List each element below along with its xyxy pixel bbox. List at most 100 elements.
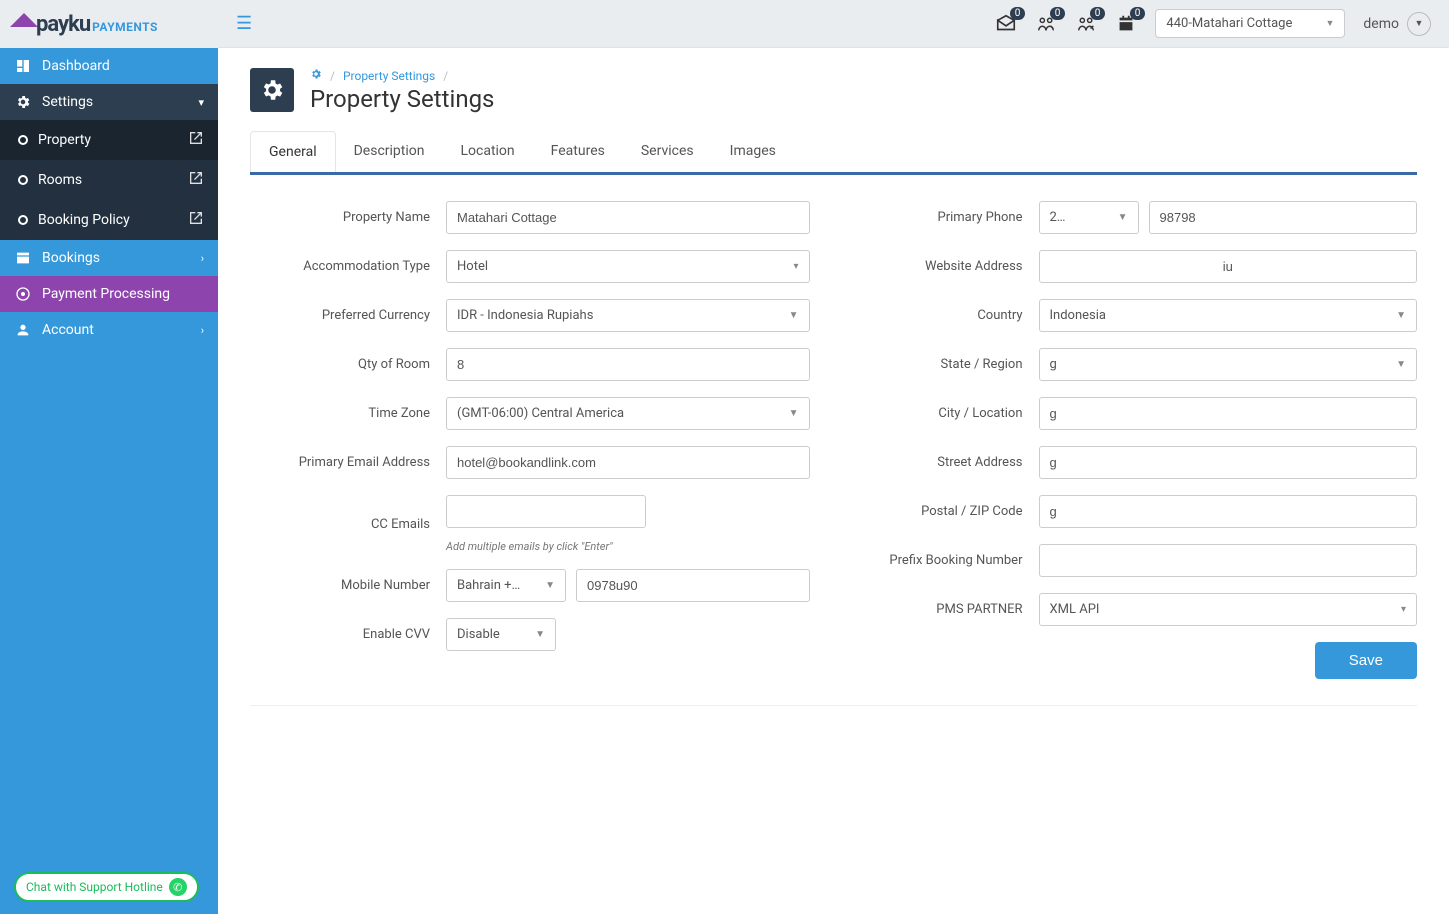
circle-icon <box>18 215 28 225</box>
currency-select[interactable]: IDR - Indonesia Rupiahs▼ <box>446 299 810 332</box>
payment-icon <box>14 286 32 302</box>
calendar-icon[interactable]: 0 <box>1115 13 1137 35</box>
sidebar-item-label: Dashboard <box>42 58 110 74</box>
whatsapp-icon: ✆ <box>169 878 187 896</box>
user-menu[interactable]: demo ▼ <box>1363 12 1431 36</box>
sidebar-item-label: Payment Processing <box>42 286 170 302</box>
label-city: City / Location <box>858 406 1023 421</box>
country-select[interactable]: Indonesia▼ <box>1039 299 1418 332</box>
sidebar-item-payment-processing[interactable]: Payment Processing <box>0 276 218 312</box>
sidebar-item-bookings[interactable]: Bookings › <box>0 240 218 276</box>
external-link-icon <box>188 130 204 150</box>
label-primary-email: Primary Email Address <box>250 455 430 470</box>
sidebar-item-property[interactable]: Property <box>0 120 218 160</box>
sidebar-item-label: Settings <box>42 94 93 110</box>
label-website: Website Address <box>858 259 1023 274</box>
checkout-badge: 0 <box>1090 7 1106 20</box>
chevron-down-icon: ▼ <box>1396 310 1406 321</box>
tabs: General Description Location Features Se… <box>250 131 1417 173</box>
sidebar-item-settings[interactable]: Settings ▾ <box>0 84 218 120</box>
website-field[interactable] <box>1039 250 1418 283</box>
tab-general[interactable]: General <box>250 131 336 173</box>
checkout-icon[interactable]: 0 <box>1075 13 1097 35</box>
label-pms-partner: PMS PARTNER <box>858 602 1023 617</box>
chevron-down-icon: ▼ <box>789 408 799 419</box>
checkin-badge: 0 <box>1050 7 1066 20</box>
gear-icon <box>14 94 32 110</box>
support-chat-button[interactable]: Chat with Support Hotline ✆ <box>14 872 199 902</box>
qty-room-field[interactable] <box>446 348 810 381</box>
sidebar-item-booking-policy[interactable]: Booking Policy <box>0 200 218 240</box>
timezone-select[interactable]: (GMT-06:00) Central America▼ <box>446 397 810 430</box>
tab-location[interactable]: Location <box>442 131 532 172</box>
sidebar-item-label: Rooms <box>38 172 82 188</box>
state-select[interactable]: g▼ <box>1039 348 1418 381</box>
mobile-country-code-select[interactable]: Bahrain +…▼ <box>446 569 566 602</box>
enable-cvv-select[interactable]: Disable▼ <box>446 618 556 651</box>
support-label: Chat with Support Hotline <box>26 880 163 894</box>
property-selector[interactable]: 440-Matahari Cottage ▼ <box>1155 9 1345 38</box>
breadcrumb-gear-icon[interactable] <box>310 68 322 83</box>
label-prefix-booking: Prefix Booking Number <box>858 553 1023 568</box>
label-property-name: Property Name <box>250 210 430 225</box>
logo-icon <box>10 13 38 27</box>
menu-toggle-icon[interactable]: ☰ <box>236 13 252 34</box>
property-selected-label: 440-Matahari Cottage <box>1166 16 1292 31</box>
sidebar-item-rooms[interactable]: Rooms <box>0 160 218 200</box>
logo-sub: PAYMENTS <box>92 20 158 34</box>
calendar-badge: 0 <box>1130 7 1146 20</box>
primary-email-field[interactable] <box>446 446 810 479</box>
sidebar-item-account[interactable]: Account › <box>0 312 218 348</box>
cc-emails-hint: Add multiple emails by click "Enter" <box>446 540 613 553</box>
label-accommodation-type: Accommodation Type <box>250 259 430 274</box>
sidebar-item-label: Account <box>42 322 94 338</box>
tab-services[interactable]: Services <box>623 131 712 172</box>
tab-images[interactable]: Images <box>712 131 794 172</box>
inbox-icon[interactable]: 0 <box>995 13 1017 35</box>
external-link-icon <box>188 210 204 230</box>
property-name-field[interactable] <box>446 201 810 234</box>
phone-country-code-select[interactable]: 2…▼ <box>1039 201 1139 234</box>
label-state: State / Region <box>858 357 1023 372</box>
user-icon <box>14 322 32 338</box>
label-preferred-currency: Preferred Currency <box>250 308 430 323</box>
sidebar-item-dashboard[interactable]: Dashboard <box>0 48 218 84</box>
label-time-zone: Time Zone <box>250 406 430 421</box>
label-mobile-number: Mobile Number <box>250 578 430 593</box>
postal-field[interactable] <box>1039 495 1418 528</box>
sidebar: paykuPAYMENTS Dashboard Settings ▾ Prope <box>0 0 218 914</box>
label-qty-room: Qty of Room <box>250 357 430 372</box>
user-label: demo <box>1363 16 1399 32</box>
street-field[interactable] <box>1039 446 1418 479</box>
city-field[interactable] <box>1039 397 1418 430</box>
label-enable-cvv: Enable CVV <box>250 627 430 642</box>
page-content: / Property Settings / Property Settings … <box>218 48 1449 752</box>
chevron-down-icon: ▼ <box>535 629 545 640</box>
chevron-right-icon: › <box>201 324 204 337</box>
tab-features[interactable]: Features <box>533 131 623 172</box>
phone-number-field[interactable] <box>1149 201 1418 234</box>
prefix-booking-field[interactable] <box>1039 544 1418 577</box>
mobile-number-field[interactable] <box>576 569 810 602</box>
bookings-icon <box>14 250 32 266</box>
chevron-right-icon: › <box>201 252 204 265</box>
pms-partner-select[interactable]: XML API▾ <box>1039 593 1418 626</box>
chevron-down-icon: ▼ <box>1407 12 1431 36</box>
label-postal: Postal / ZIP Code <box>858 504 1023 519</box>
external-link-icon <box>188 170 204 190</box>
accommodation-type-select[interactable]: Hotel▾ <box>446 250 810 283</box>
tab-description[interactable]: Description <box>336 131 443 172</box>
chevron-down-icon: ▾ <box>198 96 204 109</box>
sidebar-item-label: Bookings <box>42 250 100 266</box>
chevron-down-icon: ▼ <box>1118 212 1128 223</box>
dashboard-icon <box>14 58 32 74</box>
save-button[interactable]: Save <box>1315 642 1417 679</box>
breadcrumb-link[interactable]: Property Settings <box>343 69 435 83</box>
cc-emails-field[interactable] <box>446 495 646 528</box>
inbox-badge: 0 <box>1010 7 1026 20</box>
chevron-down-icon: ▼ <box>789 310 799 321</box>
divider <box>250 705 1417 706</box>
chevron-down-icon: ▼ <box>1325 18 1334 29</box>
sidebar-nav: Dashboard Settings ▾ Property Rooms <box>0 48 218 914</box>
checkin-icon[interactable]: 0 <box>1035 13 1057 35</box>
